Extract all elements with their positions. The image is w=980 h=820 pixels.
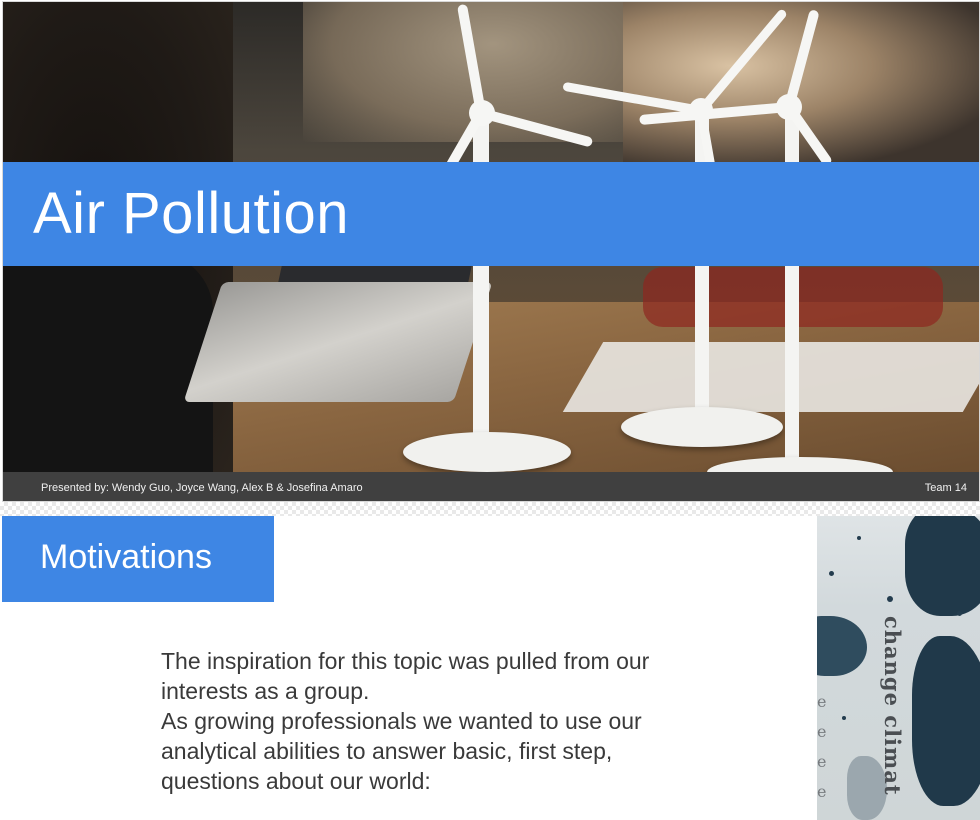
body-text: The inspiration for this topic was pulle…	[161, 646, 681, 796]
paragraph: As growing professionals we wanted to us…	[161, 708, 642, 794]
slide-footer: Presented by: Wendy Guo, Joyce Wang, Ale…	[3, 472, 979, 501]
climate-change-poster-image: e e e e change climat	[817, 516, 980, 820]
title-slide: Air Pollution Presented by: Wendy Guo, J…	[2, 1, 980, 502]
motivations-slide: Motivations The inspiration for this top…	[2, 516, 980, 820]
slide-separator	[0, 502, 980, 516]
slide-heading: Motivations	[40, 538, 212, 576]
team-label: Team 14	[924, 482, 967, 494]
slide-title: Air Pollution	[33, 181, 349, 246]
presenters-text: Presented by: Wendy Guo, Joyce Wang, Ale…	[41, 482, 363, 494]
paragraph: The inspiration for this topic was pulle…	[161, 648, 650, 704]
poster-text: change climat	[880, 616, 905, 796]
